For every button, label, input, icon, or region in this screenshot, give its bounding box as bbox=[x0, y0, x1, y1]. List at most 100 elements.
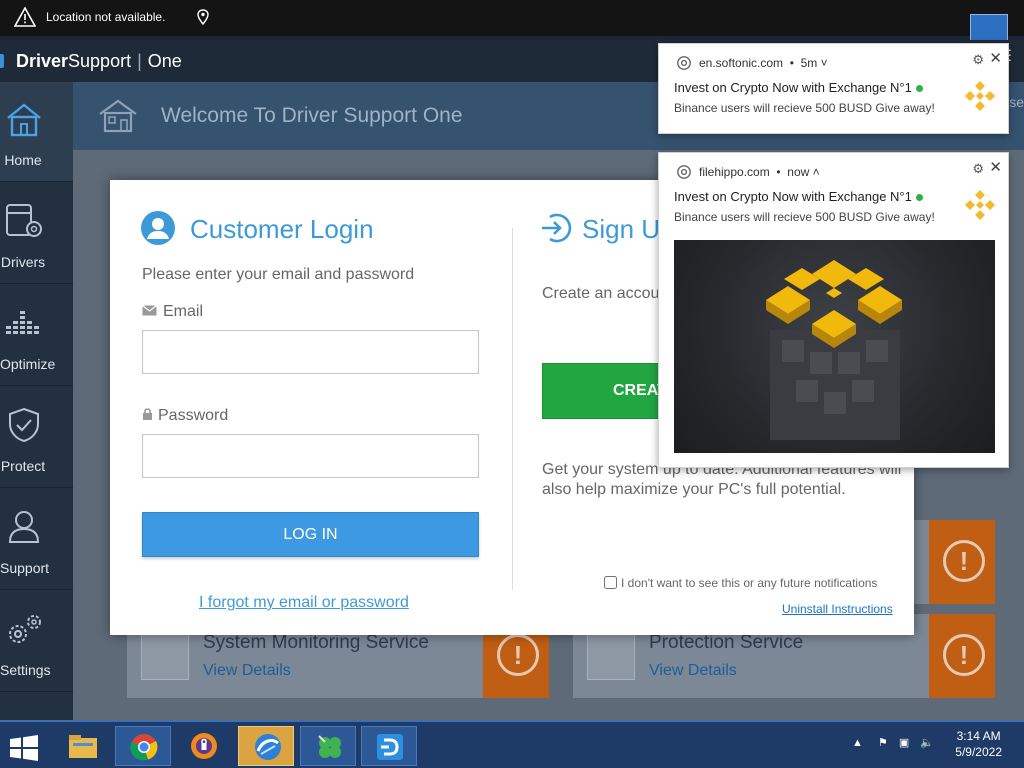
password-label: Password bbox=[142, 407, 228, 425]
brand-suffix: One bbox=[147, 51, 182, 71]
optout-label: I don't want to see this or any future n… bbox=[621, 576, 878, 590]
notification-source: filehippo.com • now ˄ bbox=[699, 165, 820, 179]
sidebar-item-support[interactable]: Support bbox=[0, 490, 73, 590]
uninstall-instructions-link[interactable]: Uninstall Instructions bbox=[782, 602, 893, 616]
windows-start-icon[interactable] bbox=[10, 735, 38, 766]
service-name: System Monitoring Service bbox=[203, 632, 429, 653]
chevron-up-icon[interactable]: ˄ bbox=[813, 165, 820, 179]
clock-date: 5/9/2022 bbox=[955, 745, 1002, 759]
speaker-muted-icon[interactable]: 🔈 bbox=[920, 737, 934, 749]
flag-icon[interactable]: ⚑ bbox=[878, 737, 888, 749]
binance-hero-image bbox=[674, 240, 995, 453]
remote-app-icon bbox=[253, 733, 283, 766]
header-right-fragment: se bbox=[1009, 94, 1024, 110]
optout-checkbox[interactable] bbox=[604, 576, 617, 589]
close-icon[interactable]: ✕ bbox=[989, 158, 1002, 176]
green-dot-icon bbox=[915, 85, 923, 92]
taskbar: ▲ ⚑ ▣ 🔈 3:14 AM 5/9/2022 bbox=[0, 720, 1024, 768]
system-tray: ▲ ⚑ ▣ 🔈 bbox=[852, 736, 934, 749]
brand-bold: Driver bbox=[16, 51, 69, 71]
gauge-icon bbox=[141, 632, 189, 680]
system-banner: Location not available. bbox=[0, 0, 1024, 44]
sidebar-item-optimize[interactable]: Optimize bbox=[0, 286, 73, 386]
email-field[interactable] bbox=[142, 330, 479, 374]
view-details-link[interactable]: View Details bbox=[203, 662, 291, 680]
alert-badge: ! bbox=[929, 520, 995, 604]
taskbar-file-explorer[interactable] bbox=[54, 726, 110, 766]
sidebar-item-label: Optimize bbox=[0, 356, 56, 372]
sidebar-item-drivers[interactable]: Drivers bbox=[0, 184, 73, 284]
headline-text: Invest on Crypto Now with Exchange N°1 bbox=[674, 80, 912, 95]
sidebar-item-label: Protect bbox=[0, 458, 46, 474]
file-explorer-icon bbox=[68, 732, 98, 765]
sidebar-item-home[interactable]: Home bbox=[0, 82, 73, 182]
warning-icon bbox=[13, 6, 37, 30]
gear-icon[interactable]: ⚙ bbox=[972, 52, 984, 68]
notification-time: now bbox=[787, 165, 810, 179]
sidebar-item-settings[interactable]: Settings bbox=[0, 592, 73, 692]
drivers-icon bbox=[4, 202, 44, 240]
notification-headline: Invest on Crypto Now with Exchange N°1 bbox=[674, 80, 923, 95]
brand-rest: Support bbox=[68, 51, 132, 71]
chevron-down-icon[interactable]: ˅ bbox=[821, 56, 828, 70]
notification-headline: Invest on Crypto Now with Exchange N°1 bbox=[674, 189, 923, 204]
app-brand: DriverSupport | One bbox=[16, 51, 182, 72]
login-subtitle: Please enter your email and password bbox=[142, 266, 415, 283]
chrome-icon bbox=[130, 733, 158, 766]
password-field[interactable] bbox=[142, 434, 479, 478]
gears-icon bbox=[4, 610, 44, 648]
taskbar-clock[interactable]: 3:14 AM 5/9/2022 bbox=[955, 728, 1002, 760]
shield-icon bbox=[4, 406, 44, 444]
clover-icon bbox=[315, 733, 345, 766]
sidebar-item-label: Drivers bbox=[0, 254, 46, 270]
show-hidden-icons-icon[interactable]: ▲ bbox=[852, 737, 863, 749]
user-circle-icon bbox=[140, 210, 176, 251]
taskbar-driver-support[interactable] bbox=[361, 726, 417, 766]
notification-domain: filehippo.com bbox=[699, 165, 770, 179]
sidebar-item-label: Settings bbox=[0, 662, 51, 678]
driver-support-icon bbox=[376, 733, 404, 766]
envelope-icon bbox=[142, 303, 157, 321]
exclamation-icon: ! bbox=[943, 634, 985, 676]
login-button[interactable]: LOG IN bbox=[142, 512, 479, 557]
close-icon[interactable]: ✕ bbox=[989, 49, 1002, 67]
notification-body: Binance users will recieve 500 BUSD Give… bbox=[674, 210, 935, 224]
green-dot-icon bbox=[915, 194, 923, 201]
location-pin-icon[interactable] bbox=[197, 9, 209, 28]
app-logo-icon bbox=[0, 54, 4, 68]
taskbar-avast-browser[interactable] bbox=[176, 726, 232, 766]
push-notification[interactable]: filehippo.com • now ˄ ⚙ ✕ Invest on Cryp… bbox=[658, 152, 1009, 468]
sidebar-item-label: Home bbox=[4, 152, 42, 168]
password-label-text: Password bbox=[158, 407, 229, 424]
taskbar-remote-app[interactable] bbox=[238, 726, 294, 766]
sidebar-item-label: Support bbox=[0, 560, 50, 576]
notification-domain: en.softonic.com bbox=[699, 56, 784, 70]
push-notification[interactable]: en.softonic.com • 5m ˅ ⚙ ✕ Invest on Cry… bbox=[658, 43, 1009, 134]
desktop-screen: Location not available. DriverSupport | On… bbox=[0, 0, 1024, 768]
binance-logo-icon bbox=[962, 78, 998, 117]
alert-badge: ! bbox=[929, 614, 995, 698]
gear-icon[interactable]: ⚙ bbox=[972, 161, 984, 177]
bars-icon bbox=[4, 304, 44, 342]
welcome-title: Welcome To Driver Support One bbox=[161, 104, 463, 127]
view-details-link[interactable]: View Details bbox=[649, 662, 737, 680]
lock-icon bbox=[142, 407, 158, 424]
email-label-text: Email bbox=[163, 303, 204, 320]
optout-notifications[interactable]: I don't want to see this or any future n… bbox=[604, 576, 877, 590]
clock-time: 3:14 AM bbox=[956, 729, 1001, 743]
taskbar-chrome[interactable] bbox=[115, 726, 171, 766]
chrome-icon bbox=[677, 56, 691, 70]
house-icon bbox=[4, 100, 44, 138]
sign-in-arrow-icon bbox=[540, 212, 572, 249]
avast-browser-icon bbox=[190, 732, 218, 765]
notification-body: Binance users will recieve 500 BUSD Give… bbox=[674, 101, 935, 115]
sidebar-item-protect[interactable]: Protect bbox=[0, 388, 73, 488]
exclamation-icon: ! bbox=[943, 540, 985, 582]
lock-icon bbox=[587, 632, 635, 680]
forgot-credentials-link[interactable]: I forgot my email or password bbox=[199, 594, 409, 612]
login-title: Customer Login bbox=[190, 214, 374, 244]
network-icon[interactable]: ▣ bbox=[899, 737, 909, 749]
taskbar-clover-app[interactable] bbox=[300, 726, 356, 766]
house-icon bbox=[97, 98, 139, 139]
brand-separator: | bbox=[137, 51, 142, 71]
